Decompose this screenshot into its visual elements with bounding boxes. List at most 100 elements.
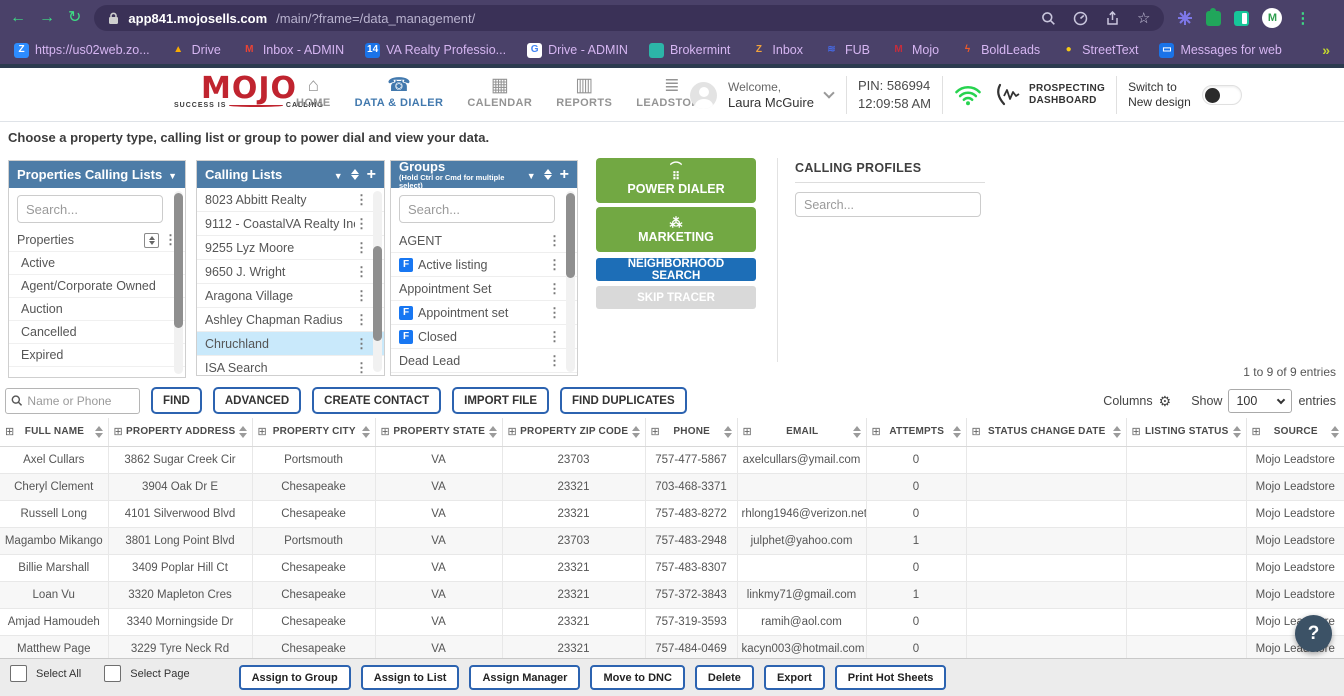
column-header[interactable]: PROPERTY STATE (375, 418, 503, 447)
footer-action-button[interactable]: Delete (694, 665, 754, 690)
kebab-menu-icon[interactable] (355, 336, 368, 352)
sort-icon[interactable] (1113, 426, 1121, 438)
column-header[interactable]: FULL NAME (0, 418, 109, 447)
kebab-menu-icon[interactable] (548, 305, 561, 321)
footer-action-button[interactable]: Export (763, 665, 825, 690)
property-type-item[interactable]: Expired (9, 344, 185, 367)
sort-icon[interactable] (95, 426, 103, 438)
expand-column-icon[interactable] (972, 425, 981, 438)
bookmark[interactable]: Brokermint (648, 42, 730, 58)
sort-icon[interactable] (1331, 426, 1339, 438)
back-icon[interactable] (10, 10, 26, 26)
calling-list-item[interactable]: Chruchland (197, 332, 384, 356)
calling-list-item[interactable]: 9112 - CoastalVA Realty Inc. (197, 212, 384, 236)
property-type-item[interactable]: Cancelled (9, 321, 185, 344)
property-type-item[interactable]: Active (9, 252, 185, 275)
toolbar-button[interactable]: CREATE CONTACT (312, 387, 442, 414)
page-size-select[interactable]: 100 (1228, 389, 1293, 413)
column-header[interactable]: EMAIL (737, 418, 867, 447)
table-row[interactable]: Billie Marshall 3409 Poplar Hill Ct Ches… (0, 554, 1344, 582)
speed-dial-icon[interactable] (1073, 11, 1088, 26)
sort-icon[interactable] (544, 169, 552, 180)
scrollbar[interactable] (373, 191, 382, 372)
prospecting-dashboard-link[interactable]: PROSPECTING DASHBOARD (993, 83, 1105, 107)
table-row[interactable]: Loan Vu 3320 Mapleton Cres Chesapeake VA… (0, 581, 1344, 609)
calling-profiles-search-input[interactable] (795, 192, 981, 217)
select-all-checkbox[interactable] (10, 665, 27, 682)
column-header[interactable]: LISTING STATUS (1126, 418, 1247, 447)
collapse-chevron-icon[interactable] (527, 166, 536, 184)
sort-icon[interactable] (362, 426, 370, 438)
properties-search-input[interactable] (17, 195, 163, 223)
forward-icon[interactable] (39, 10, 55, 26)
calling-list-item[interactable]: ISA Search (197, 356, 384, 375)
footer-action-button[interactable]: Move to DNC (590, 665, 685, 690)
share-icon[interactable] (1105, 10, 1120, 26)
column-header[interactable]: STATUS CHANGE DATE (966, 418, 1127, 447)
calling-list-item[interactable]: Ashley Chapman Radius (197, 308, 384, 332)
bookmark[interactable]: ▭ Messages for web (1159, 42, 1282, 58)
chevron-down-icon[interactable] (823, 87, 835, 99)
collapse-chevron-icon[interactable] (168, 166, 177, 184)
expand-column-icon[interactable] (381, 425, 390, 438)
address-bar[interactable]: app841.mojosells.com /main/?frame=/data_… (94, 5, 1165, 31)
sort-icon[interactable] (632, 426, 640, 438)
footer-action-button[interactable]: Assign to Group (238, 665, 351, 690)
sort-icon[interactable] (489, 426, 497, 438)
toolbar-button[interactable]: FIND DUPLICATES (560, 387, 687, 414)
footer-action-button[interactable]: Assign to List (360, 665, 460, 690)
table-row[interactable]: Cheryl Clement 3904 Oak Dr E Chesapeake … (0, 473, 1344, 501)
bookmark[interactable]: G Drive - ADMIN (527, 42, 628, 58)
column-header[interactable]: PHONE (645, 418, 738, 447)
group-item[interactable]: Appointment set (391, 301, 577, 325)
group-item[interactable]: Closed (391, 325, 577, 349)
groups-search-input[interactable] (399, 195, 555, 223)
marketing-button[interactable]: MARKETING (596, 207, 756, 252)
bookmarks-overflow-icon[interactable] (1322, 42, 1330, 58)
nav-item[interactable]: ☎ DATA & DIALER (355, 75, 444, 109)
property-type-item[interactable]: Agent/Corporate Owned (9, 275, 185, 298)
kebab-menu-icon[interactable] (355, 288, 368, 304)
property-type-item[interactable]: Auction (9, 298, 185, 321)
user-menu[interactable]: Welcome, Laura McGuire (728, 79, 814, 111)
nav-item[interactable]: ⌂ HOME (296, 75, 331, 109)
expand-column-icon[interactable] (1132, 425, 1141, 438)
calling-list-item[interactable]: 8023 Abbitt Realty (197, 188, 384, 212)
scrollbar-thumb[interactable] (174, 193, 183, 328)
expand-column-icon[interactable] (258, 425, 267, 438)
kebab-menu-icon[interactable] (355, 240, 368, 256)
sidebar-panel-icon[interactable] (1234, 10, 1250, 26)
sort-icon[interactable] (351, 169, 359, 180)
contact-search-box[interactable] (5, 387, 140, 414)
sort-icon[interactable] (953, 426, 961, 438)
kebab-menu-icon[interactable] (355, 216, 368, 232)
column-header[interactable]: ATTEMPTS (866, 418, 967, 447)
kebab-menu-icon[interactable] (548, 353, 561, 369)
help-button[interactable]: ? (1295, 615, 1332, 652)
expand-column-icon[interactable] (114, 425, 123, 438)
column-header[interactable]: PROPERTY ADDRESS (108, 418, 253, 447)
calling-list-item[interactable]: 9255 Lyz Moore (197, 236, 384, 260)
bookmark[interactable]: 14 VA Realty Professio... (365, 42, 506, 58)
footer-action-button[interactable]: Print Hot Sheets (834, 665, 947, 690)
calling-list-item[interactable]: Aragona Village (197, 284, 384, 308)
browser-menu-icon[interactable] (1295, 9, 1310, 28)
search-icon[interactable] (1041, 11, 1056, 26)
table-row[interactable]: Magambo Mikango 3801 Long Point Blvd Por… (0, 527, 1344, 555)
column-header[interactable]: PROPERTY CITY (252, 418, 376, 447)
bookmark[interactable]: M Inbox - ADMIN (242, 43, 344, 58)
kebab-menu-icon[interactable] (548, 257, 561, 273)
kebab-menu-icon[interactable] (355, 360, 368, 376)
expand-column-icon[interactable] (5, 425, 14, 438)
properties-root-item[interactable]: Properties (9, 229, 185, 252)
collapse-chevron-icon[interactable] (334, 166, 343, 184)
bookmark-star-icon[interactable] (1137, 9, 1150, 28)
table-row[interactable]: Russell Long 4101 Silverwood Blvd Chesap… (0, 500, 1344, 528)
user-avatar[interactable] (690, 81, 717, 109)
table-row[interactable]: Amjad Hamoudeh 3340 Morningside Dr Chesa… (0, 608, 1344, 636)
extension-snowflake-icon[interactable] (1177, 10, 1193, 26)
sort-box-icon[interactable] (144, 232, 159, 248)
expand-column-icon[interactable] (508, 425, 517, 438)
toolbar-button[interactable]: ADVANCED (212, 387, 302, 414)
neighborhood-search-button[interactable]: NEIGHBORHOOD SEARCH (596, 258, 756, 282)
